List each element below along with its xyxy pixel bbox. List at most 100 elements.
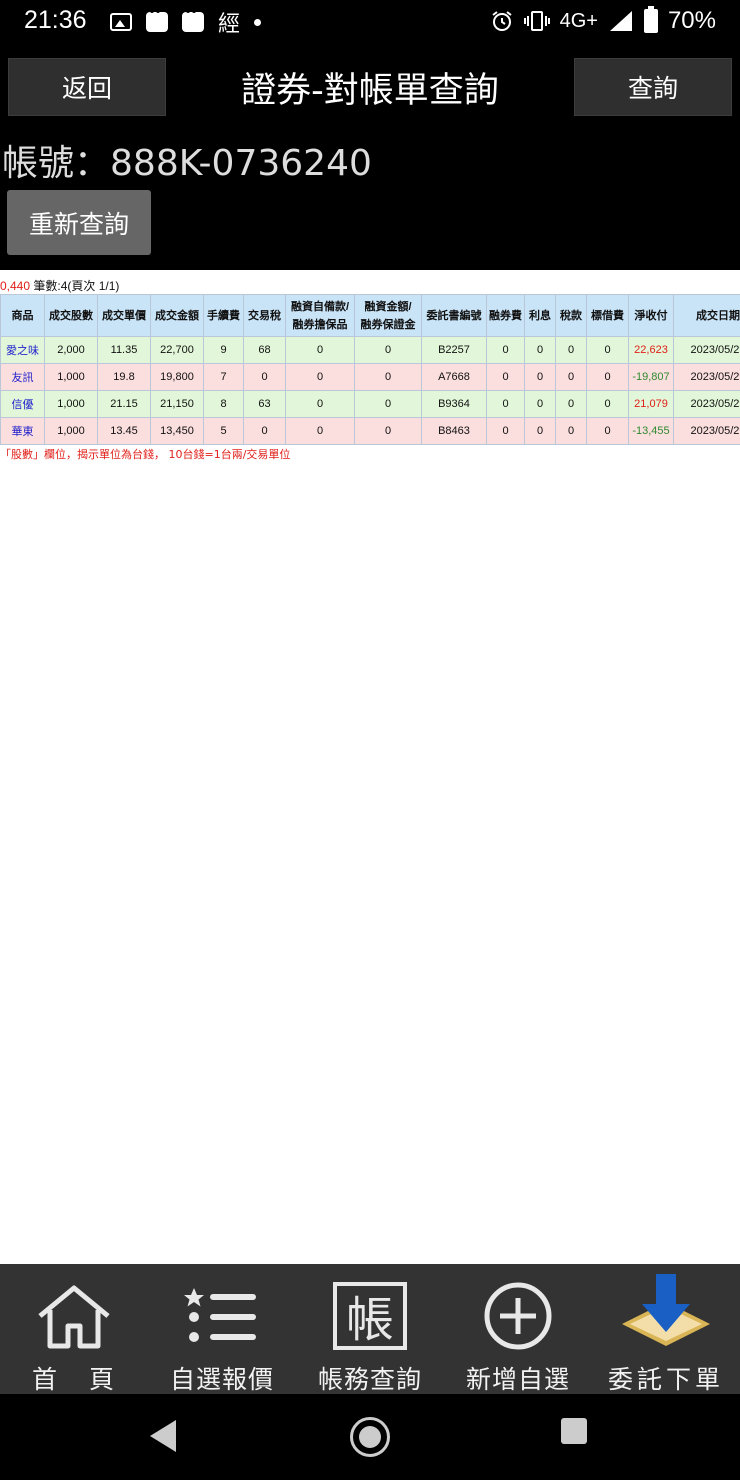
col-header: 成交單價 xyxy=(97,294,151,337)
cell: 1,000 xyxy=(44,417,98,445)
home-nav-icon[interactable] xyxy=(350,1417,390,1457)
cell: 13,450 xyxy=(150,417,204,445)
chat-icon xyxy=(146,10,168,32)
cell: 0 xyxy=(586,390,629,418)
cell: 0 xyxy=(486,363,525,391)
cell: 0 xyxy=(586,417,629,445)
nav-account[interactable]: 帳 帳務查詢 xyxy=(296,1264,444,1394)
table-row[interactable]: 華東 1,000 13.45 13,450 5 0 0 0 B8463 0 0 … xyxy=(0,417,740,445)
cell: 1,000 xyxy=(44,363,98,391)
cell: 0 xyxy=(555,417,587,445)
system-icons: 4G+ 70% xyxy=(490,6,716,36)
col-header: 成交股數 xyxy=(44,294,98,337)
cell: 8 xyxy=(203,390,244,418)
network-type: 4G+ xyxy=(559,9,598,32)
back-nav-icon[interactable] xyxy=(150,1420,176,1452)
cell: 2,000 xyxy=(44,336,98,364)
page-title: 證券-對帳單查詢 xyxy=(241,71,499,111)
cell: 21,150 xyxy=(150,390,204,418)
cell: 0 xyxy=(524,336,556,364)
col-header: 融資自備款/ 融券擔保品 xyxy=(285,294,355,337)
col-header: 淨收付 xyxy=(628,294,674,337)
nav-add-watchlist[interactable]: 新增自選 xyxy=(444,1264,592,1394)
cell: 0 xyxy=(354,363,422,391)
recent-apps-icon[interactable] xyxy=(561,1418,587,1444)
cell: B8463 xyxy=(421,417,487,445)
nav-label: 自選報價 xyxy=(169,1365,274,1394)
cell: 0 xyxy=(524,417,556,445)
cell: 0 xyxy=(486,417,525,445)
cell: 0 xyxy=(555,363,587,391)
cell: 0 xyxy=(524,390,556,418)
net-value: -19,807 xyxy=(628,363,674,391)
account-line: 帳號：888K-0736240 xyxy=(2,134,372,186)
query-button[interactable]: 查詢 xyxy=(574,58,732,116)
nav-place-order[interactable]: 委託下單 xyxy=(592,1264,740,1394)
status-time: 21:36 xyxy=(24,6,87,34)
statement-table-container[interactable]: 商品 成交股數 成交單價 成交金額 手續費 交易稅 融資自備款/ 融券擔保品 融… xyxy=(0,294,740,445)
cell: 0 xyxy=(285,390,355,418)
cell: 11.35 xyxy=(97,336,151,364)
table-row[interactable]: 愛之味 2,000 11.35 22,700 9 68 0 0 B2257 0 … xyxy=(0,336,740,364)
table-row[interactable]: 信優 1,000 21.15 21,150 8 63 0 0 B9364 0 0… xyxy=(0,390,740,418)
notification-icons: 經 xyxy=(110,8,262,37)
table-header-row: 商品 成交股數 成交單價 成交金額 手續費 交易稅 融資自備款/ 融券擔保品 融… xyxy=(0,294,740,337)
cell: 0 xyxy=(555,336,587,364)
cell: 1,000 xyxy=(44,390,98,418)
cell: 0 xyxy=(555,390,587,418)
col-header: 成交金額 xyxy=(150,294,204,337)
account-icon: 帳 xyxy=(333,1282,407,1350)
cell: 0 xyxy=(524,363,556,391)
table-row[interactable]: 友訊 1,000 19.8 19,800 7 0 0 0 A7668 0 0 0… xyxy=(0,363,740,391)
dot-icon xyxy=(254,18,262,26)
statement-table: 商品 成交股數 成交單價 成交金額 手續費 交易稅 融資自備款/ 融券擔保品 融… xyxy=(0,294,740,445)
app-header: 返回 證券-對帳單查詢 查詢 帳號：888K-0736240 重新查詢 xyxy=(0,44,740,270)
image-icon xyxy=(110,13,132,31)
watchlist-icon xyxy=(184,1288,256,1342)
cell: 0 xyxy=(486,336,525,364)
product-link[interactable]: 友訊 xyxy=(0,363,45,391)
cell: 63 xyxy=(243,390,286,418)
cell: 0 xyxy=(354,390,422,418)
account-number: 888K-0736240 xyxy=(110,143,372,184)
cell: 19.8 xyxy=(97,363,151,391)
cell: 0 xyxy=(285,336,355,364)
col-header: 融資金額/ 融券保證金 xyxy=(354,294,422,337)
add-circle-icon xyxy=(484,1282,552,1350)
cell: 68 xyxy=(243,336,286,364)
nav-label: 新增自選 xyxy=(465,1365,570,1394)
status-bar: 21:36 經 4G+ 70% xyxy=(0,0,740,44)
col-header: 手續費 xyxy=(203,294,244,337)
chat-icon xyxy=(182,10,204,32)
cell: 0 xyxy=(354,336,422,364)
nav-label: 委託下單 xyxy=(607,1365,724,1394)
cell: 0 xyxy=(243,417,286,445)
back-button[interactable]: 返回 xyxy=(8,58,166,116)
cell: 0 xyxy=(354,417,422,445)
cell: 2023/05/29 xyxy=(673,363,740,391)
requery-button[interactable]: 重新查詢 xyxy=(7,190,151,255)
cell: 19,800 xyxy=(150,363,204,391)
product-link[interactable]: 華東 xyxy=(0,417,45,445)
nav-label: 帳務查詢 xyxy=(317,1365,422,1394)
product-link[interactable]: 愛之味 xyxy=(0,336,45,364)
cell: 7 xyxy=(203,363,244,391)
cell: 2023/05/29 xyxy=(673,417,740,445)
summary-count: 筆數:4(頁次 1/1) xyxy=(30,279,120,293)
col-header: 成交日期 xyxy=(673,294,740,337)
cell: 21.15 xyxy=(97,390,151,418)
net-value: 21,079 xyxy=(628,390,674,418)
nav-home[interactable]: 首頁 xyxy=(0,1264,148,1394)
unit-note: 「股數」欄位，揭示單位為台錢， 10台錢=1台兩/交易單位 xyxy=(0,448,291,461)
battery-percent: 70% xyxy=(667,7,716,34)
cell: B9364 xyxy=(421,390,487,418)
nav-watchlist[interactable]: 自選報價 xyxy=(148,1264,296,1394)
cell: 5 xyxy=(203,417,244,445)
battery-icon xyxy=(643,6,658,33)
cell: 2023/05/29 xyxy=(673,390,740,418)
product-link[interactable]: 信優 xyxy=(0,390,45,418)
col-header: 稅款 xyxy=(555,294,587,337)
cell: 22,700 xyxy=(150,336,204,364)
vibrate-icon xyxy=(523,11,550,31)
col-header: 商品 xyxy=(0,294,45,337)
